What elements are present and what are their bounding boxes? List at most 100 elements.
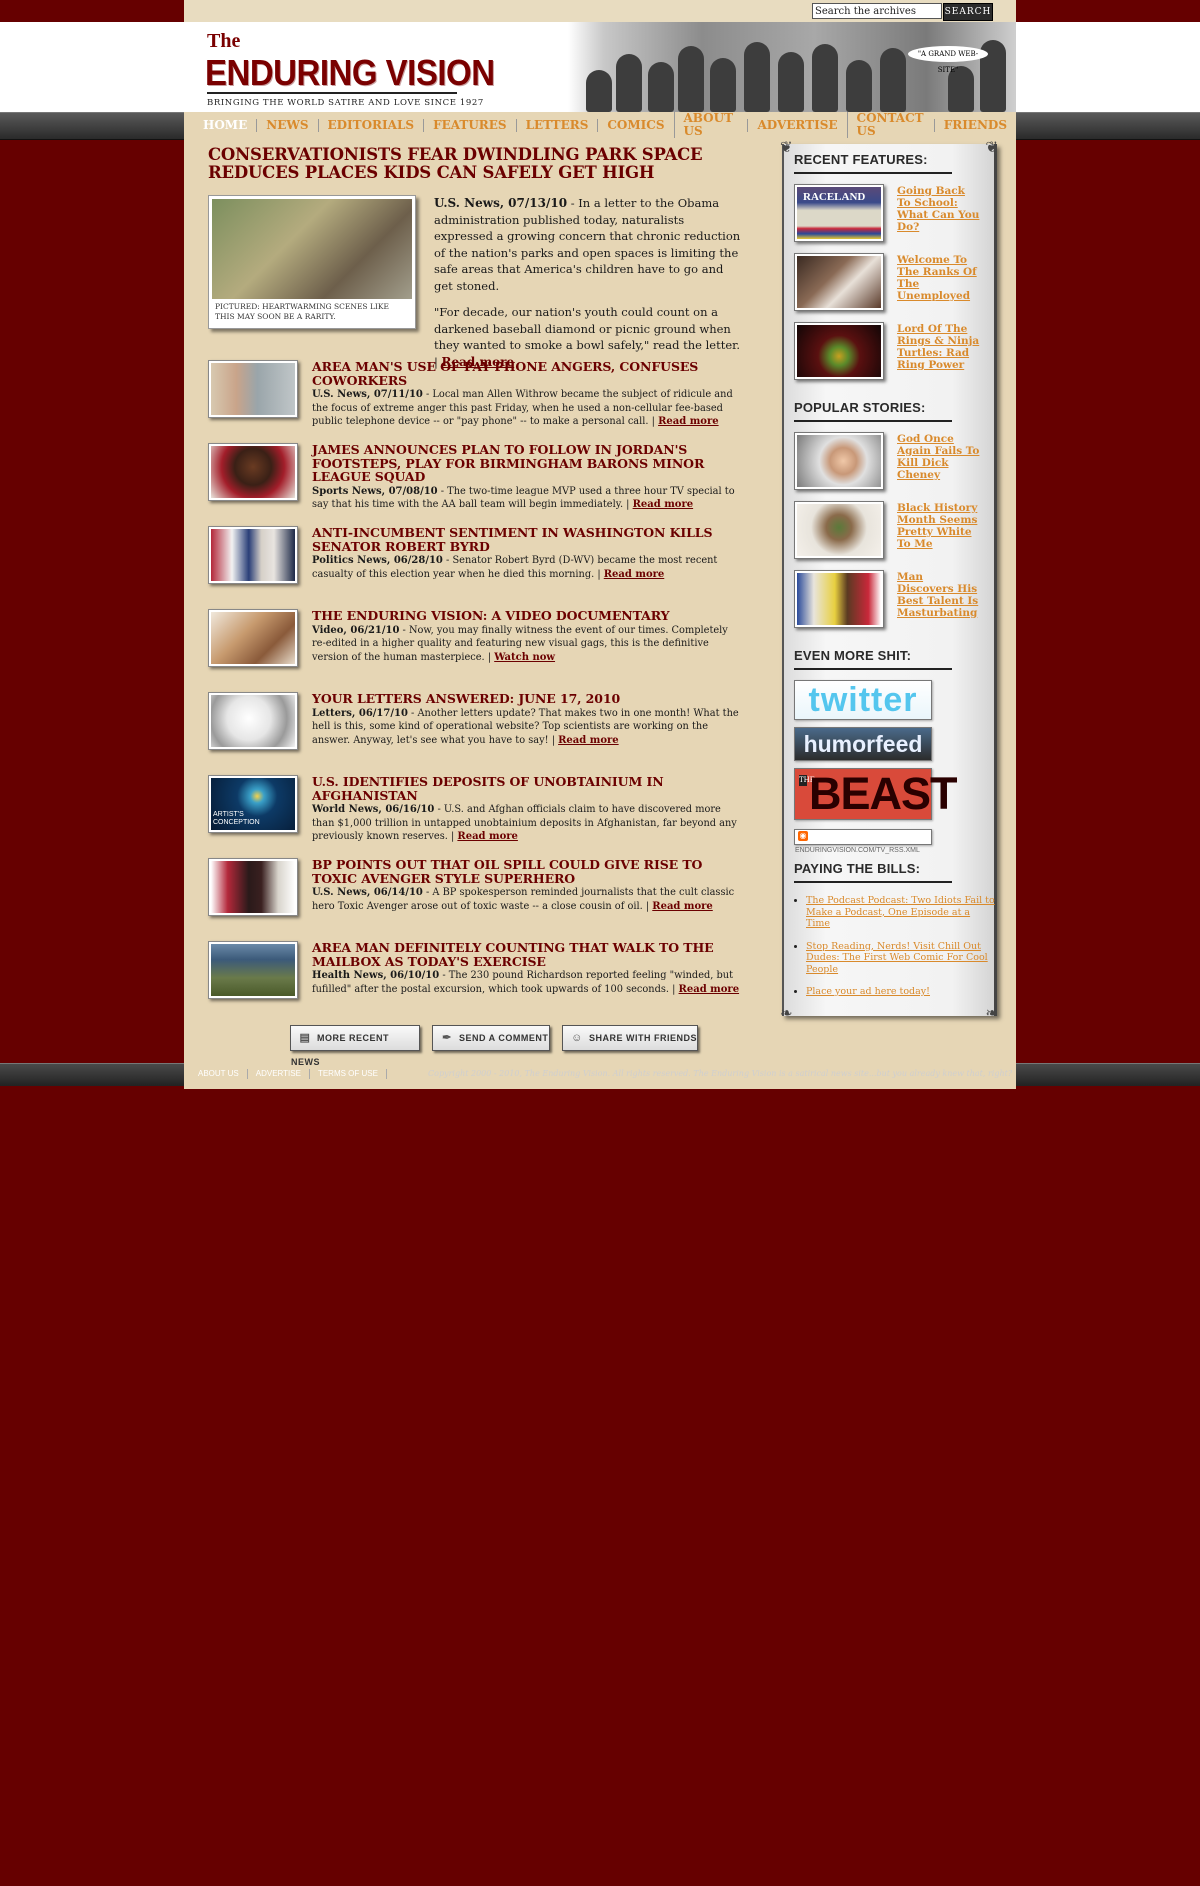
story-title[interactable]: U.S. IDENTIFIES DEPOSITS OF UNOBTAINIUM … [312, 775, 744, 802]
header-figure [678, 46, 704, 112]
story-title[interactable]: JAMES ANNOUNCES PLAN TO FOLLOW IN JORDAN… [312, 443, 744, 484]
footer-about-us-link[interactable]: ABOUT US [198, 1069, 248, 1079]
feature-thumbnail[interactable] [794, 253, 884, 311]
story-text: JAMES ANNOUNCES PLAN TO FOLLOW IN JORDAN… [312, 443, 744, 512]
humorfeed-button[interactable]: humorfeed [794, 727, 932, 761]
story-title[interactable]: YOUR LETTERS ANSWERED: JUNE 17, 2010 [312, 692, 744, 706]
nav-friends[interactable]: FRIENDS [933, 118, 1016, 132]
story-read-more-link[interactable]: Read more [658, 416, 719, 427]
story-thumbnail[interactable] [208, 443, 298, 501]
thumbnail-image [797, 256, 881, 308]
lead-body-1: - In a letter to the Obama administratio… [434, 196, 741, 293]
story-text: ANTI-INCUMBENT SENTIMENT IN WASHINGTON K… [312, 526, 744, 581]
send-comment-button[interactable]: ✒ SEND A COMMENT [432, 1025, 550, 1051]
popular-story-link[interactable]: Man Discovers His Best Talent Is Masturb… [897, 571, 982, 619]
story-title[interactable]: THE ENDURING VISION: A VIDEO DOCUMENTARY [312, 609, 744, 623]
header-figure [812, 44, 838, 112]
thumbnail-image [211, 695, 295, 747]
story-read-more-link[interactable]: Read more [604, 569, 665, 580]
popular-story-link[interactable]: Black History Month Seems Pretty White T… [897, 502, 982, 550]
nav-about-us[interactable]: ABOUT US [673, 112, 748, 138]
story-dateline: World News, 06/16/10 [312, 804, 435, 815]
story-title[interactable]: ANTI-INCUMBENT SENTIMENT IN WASHINGTON K… [312, 526, 744, 553]
header-illustration: "A GRAND WEB-SITE" [568, 22, 1016, 112]
main-nav: HOME NEWS EDITORIALS FEATURES LETTERS CO… [184, 112, 1016, 138]
popular-story-item: Man Discovers His Best Talent Is Masturb… [794, 570, 984, 630]
story-item: THE ENDURING VISION: A VIDEO DOCUMENTARY… [208, 609, 744, 692]
story-thumbnail[interactable] [208, 526, 298, 584]
story-read-more-link[interactable]: Read more [558, 735, 619, 746]
recent-feature-link[interactable]: Going Back To School: What Can You Do? [897, 185, 982, 233]
nav-letters[interactable]: LETTERS [515, 118, 598, 132]
story-summary: U.S. News, 06/14/10 - A BP spokesperson … [312, 886, 744, 913]
footer-terms-link[interactable]: TERMS OF USE [310, 1069, 387, 1079]
story-read-more-link[interactable]: Read more [633, 499, 694, 510]
nav-news[interactable]: NEWS [256, 118, 317, 132]
thumbnail-image [211, 944, 295, 996]
story-summary: Politics News, 06/28/10 - Senator Robert… [312, 554, 744, 581]
nav-advertise[interactable]: ADVERTISE [747, 118, 846, 132]
footer-advertise-link[interactable]: ADVERTISE [248, 1069, 310, 1079]
popular-story-link[interactable]: God Once Again Fails To Kill Dick Cheney [897, 433, 982, 481]
lead-headline[interactable]: CONSERVATIONISTS FEAR DWINDLING PARK SPA… [208, 146, 744, 182]
popular-thumbnail[interactable] [794, 570, 884, 628]
nav-comics[interactable]: COMICS [597, 118, 673, 132]
story-text: THE ENDURING VISION: A VIDEO DOCUMENTARY… [312, 609, 744, 664]
popular-thumbnail[interactable] [794, 501, 884, 559]
story-read-more-link[interactable]: Read more [457, 831, 518, 842]
more-recent-news-button[interactable]: ▤ MORE RECENT NEWS [290, 1025, 420, 1067]
nav-home[interactable]: HOME [203, 118, 256, 132]
story-watch-now-link[interactable]: Watch now [494, 652, 555, 663]
thumbnail-image [797, 573, 881, 625]
search-input[interactable] [812, 3, 942, 19]
rss-feed-link[interactable]: ◉ ENDURINGVISION.COM/TV_RSS.XML [794, 829, 932, 854]
nav-editorials[interactable]: EDITORIALS [317, 118, 424, 132]
heading-rule [794, 668, 952, 670]
story-summary: Video, 06/21/10 - Now, you may finally w… [312, 624, 744, 665]
ornament-icon: ❦ [985, 138, 998, 156]
heading-rule [794, 881, 952, 883]
page-container: SEARCH The ENDURING VISION BRINGING THE … [184, 0, 1016, 1089]
share-with-friends-button[interactable]: ☺ SHARE WITH FRIENDS [562, 1025, 698, 1051]
story-thumbnail[interactable] [208, 858, 298, 916]
header-figure [586, 70, 612, 112]
feature-thumbnail[interactable]: RACELAND [794, 184, 884, 242]
story-thumbnail[interactable]: ARTIST'S CONCEPTION [208, 775, 298, 833]
story-thumbnail[interactable] [208, 360, 298, 418]
ad-link[interactable]: The Podcast Podcast: Two Idiots Fail to … [806, 895, 996, 930]
nav-contact-us[interactable]: CONTACT US [846, 112, 934, 138]
lead-photo[interactable]: PICTURED: HEARTWARMING SCENES LIKE THIS … [208, 195, 416, 329]
story-title[interactable]: AREA MAN'S USE OF PAY PHONE ANGERS, CONF… [312, 360, 744, 387]
popular-stories-heading: POPULAR STORIES: [794, 400, 926, 415]
ad-link[interactable]: Stop Reading, Nerds! Visit Chill Out Dud… [806, 941, 996, 976]
story-thumbnail[interactable] [208, 941, 298, 999]
story-item: AREA MAN DEFINITELY COUNTING THAT WALK T… [208, 941, 744, 1024]
story-title[interactable]: BP POINTS OUT THAT OIL SPILL COULD GIVE … [312, 858, 744, 885]
twitter-button[interactable]: twitter [794, 680, 932, 720]
even-more-heading: EVEN MORE SHIT: [794, 648, 912, 663]
the-beast-button[interactable]: THE BEAST [794, 768, 958, 820]
search-button[interactable]: SEARCH [943, 3, 993, 21]
feature-thumbnail[interactable] [794, 322, 884, 380]
site-header: The ENDURING VISION BRINGING THE WORLD S… [184, 22, 1016, 112]
lead-dateline: U.S. News, 07/13/10 [434, 196, 568, 210]
nav-features[interactable]: FEATURES [423, 118, 516, 132]
story-text: AREA MAN DEFINITELY COUNTING THAT WALK T… [312, 941, 744, 996]
popular-thumbnail[interactable] [794, 432, 884, 490]
story-read-more-link[interactable]: Read more [652, 901, 713, 912]
recent-feature-item: RACELAND Going Back To School: What Can … [794, 184, 984, 244]
story-title[interactable]: AREA MAN DEFINITELY COUNTING THAT WALK T… [312, 941, 744, 968]
story-thumbnail[interactable] [208, 692, 298, 750]
site-logo[interactable]: The ENDURING VISION BRINGING THE WORLD S… [205, 28, 495, 108]
story-thumbnail[interactable] [208, 609, 298, 667]
story-item: AREA MAN'S USE OF PAY PHONE ANGERS, CONF… [208, 360, 744, 443]
story-text: BP POINTS OUT THAT OIL SPILL COULD GIVE … [312, 858, 744, 913]
ornament-icon: ❦ [780, 138, 793, 156]
recent-feature-link[interactable]: Welcome To The Ranks Of The Unemployed [897, 254, 982, 302]
recent-feature-link[interactable]: Lord Of The Rings & Ninja Turtles: Rad R… [897, 323, 982, 371]
ad-link[interactable]: Place your ad here today! [806, 986, 996, 998]
story-summary: Letters, 06/17/10 - Another letters upda… [312, 707, 744, 748]
story-summary: U.S. News, 07/11/10 - Local man Allen Wi… [312, 388, 744, 429]
story-read-more-link[interactable]: Read more [679, 984, 740, 995]
logo-tagline: BRINGING THE WORLD SATIRE AND LOVE SINCE… [207, 98, 484, 108]
